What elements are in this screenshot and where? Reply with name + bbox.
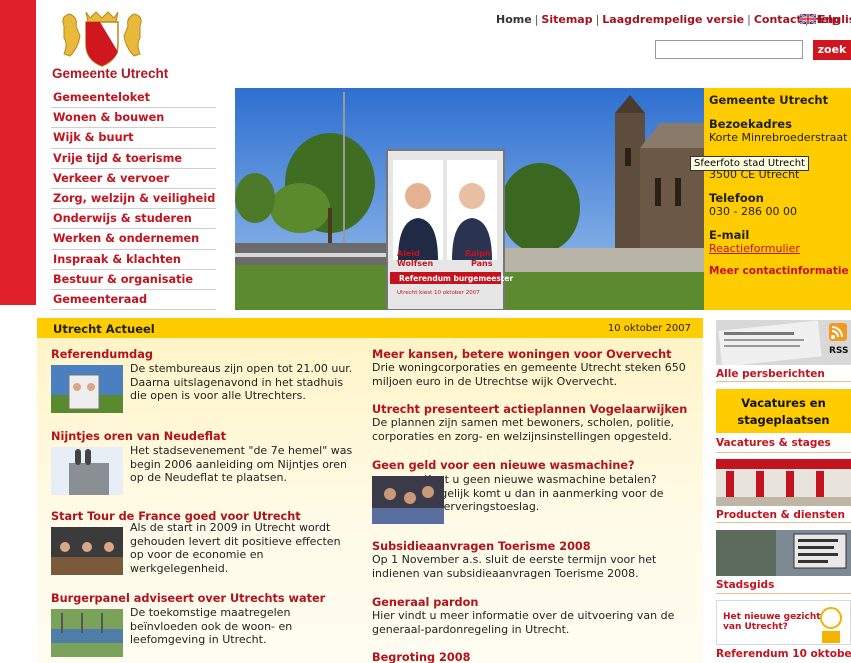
search-input[interactable] xyxy=(655,40,803,59)
english-label: English xyxy=(818,13,851,26)
city-photo: Aleid Wolfsen Ralph Pans Referendum burg… xyxy=(235,88,704,310)
svg-text:Wolfsen: Wolfsen xyxy=(397,259,433,268)
news-item: Subsidieaanvragen Toerisme 2008 Op 1 Nov… xyxy=(372,540,692,580)
news-body: De toekomstige maatregelen beïnvloeden o… xyxy=(130,606,293,646)
news-item: Nijntjes oren van Neudeflat Het stadseve… xyxy=(51,430,353,495)
top-navigation: Home | Sitemap | Laagdrempelige versie | Conta… xyxy=(496,13,840,26)
producten-block[interactable]: Producten & diensten xyxy=(716,459,851,521)
vacatures-box[interactable]: Vacatures en stageplaatsen xyxy=(716,389,851,433)
svg-text:Ralph: Ralph xyxy=(465,249,491,258)
news-title-link[interactable]: Utrecht presenteert actieplannen Vogelaa… xyxy=(372,403,692,416)
leftnav-item-wonen[interactable]: Wonen & bouwen xyxy=(51,108,216,129)
news-body: De plannen zijn samen met bewoners, scho… xyxy=(372,416,674,443)
logo-text[interactable]: Gemeente Utrecht xyxy=(52,66,168,81)
nav-sitemap-link[interactable]: Sitemap xyxy=(541,13,592,26)
leftnav-item-inspraak[interactable]: Inspraak & klachten xyxy=(51,250,216,270)
nav-contact-link[interactable]: Contact xyxy=(754,13,802,26)
bezoekadres-value: Korte Minrebroederstraat 2 xyxy=(709,131,851,144)
news-body: Het stadsevenement "de 7e hemel" was beg… xyxy=(130,444,353,484)
svg-text:Utrecht kiest 10 oktober 2007: Utrecht kiest 10 oktober 2007 xyxy=(397,290,480,296)
leftnav-item-verkeer[interactable]: Verkeer & vervoer xyxy=(51,169,216,189)
leftnav-item-bestuur[interactable]: Bestuur & organisatie xyxy=(51,270,216,290)
contact-box: Gemeente Utrecht Bezoekadres Korte Minre… xyxy=(704,88,851,310)
actueel-panel: Utrecht Actueel 10 oktober 2007 Referend… xyxy=(37,318,703,663)
referendum-link[interactable]: Referendum 10 oktober xyxy=(716,648,851,660)
rss-label: RSS xyxy=(829,346,849,356)
news-title-link[interactable]: Meer kansen, betere woningen voor Overve… xyxy=(372,348,692,361)
vacatures-stages-link[interactable]: Vacatures & stages xyxy=(716,437,851,449)
news-thumbnail[interactable] xyxy=(51,609,123,657)
telefoon-label: Telefoon xyxy=(709,191,764,205)
news-title-link[interactable]: Generaal pardon xyxy=(372,596,692,609)
actueel-header: Utrecht Actueel 10 oktober 2007 xyxy=(37,318,703,338)
meer-contactinformatie-link[interactable]: Meer contactinformatie → xyxy=(709,265,851,277)
actueel-date: 10 oktober 2007 xyxy=(607,323,691,334)
stadsgids-image xyxy=(716,530,851,576)
news-title-link[interactable]: Nijntjes oren van Neudeflat xyxy=(51,430,351,443)
brand-red-bar xyxy=(0,0,36,305)
svg-text:Pans: Pans xyxy=(471,259,493,268)
search-button[interactable]: zoek xyxy=(813,40,851,60)
news-title-link[interactable]: Subsidieaanvragen Toerisme 2008 xyxy=(372,540,692,553)
news-body: Op 1 November a.s. sluit de eerste termi… xyxy=(372,553,657,580)
leftnav-item-vrije-tijd[interactable]: Vrije tijd & toerisme xyxy=(51,149,216,169)
svg-text:Aleid: Aleid xyxy=(397,249,420,258)
news-body: Hier vindt u meer informatie over de uit… xyxy=(372,609,675,636)
uk-flag-icon xyxy=(800,14,816,24)
news-body: Drie woningcorporaties en gemeente Utrec… xyxy=(372,361,686,388)
leftnav-item-zorg[interactable]: Zorg, welzijn & veiligheid xyxy=(51,189,216,210)
stadsgids-link[interactable]: Stadsgids xyxy=(716,579,851,591)
lightbulb-icon xyxy=(820,607,842,643)
telefoon-value: 030 - 286 00 00 xyxy=(709,205,797,218)
svg-text:Referendum burgemeester: Referendum burgemeester xyxy=(399,274,513,283)
news-item: Begroting 2008 xyxy=(372,651,692,663)
bezoekadres-label: Bezoekadres xyxy=(709,117,792,131)
vacatures-link-block: Vacatures & stages xyxy=(716,437,851,449)
leftnav-item-gemeenteraad[interactable]: Gemeenteraad xyxy=(51,290,216,311)
news-title-link[interactable]: Referendumdag xyxy=(51,348,351,361)
photo-tooltip: Sfeerfoto stad Utrecht xyxy=(690,156,809,171)
stadsgids-block[interactable]: Stadsgids xyxy=(716,530,851,591)
contact-title: Gemeente Utrecht xyxy=(709,93,829,107)
actueel-title: Utrecht Actueel xyxy=(53,322,155,336)
nav-laagdrempelig-link[interactable]: Laagdrempelige versie xyxy=(602,13,744,26)
news-item: Generaal pardon Hier vindt u meer inform… xyxy=(372,596,692,636)
email-label: E-mail xyxy=(709,228,750,242)
news-thumbnail[interactable] xyxy=(51,527,123,575)
gezicht-block[interactable]: Het nieuwe gezicht van Utrecht? xyxy=(716,600,851,645)
english-link[interactable]: English xyxy=(800,13,851,26)
news-thumbnail[interactable] xyxy=(372,476,444,524)
leftnav-item-gemeenteloket[interactable]: Gemeenteloket xyxy=(51,88,216,109)
news-item: Utrecht presenteert actieplannen Vogelaa… xyxy=(372,403,692,443)
news-title-link[interactable]: Begroting 2008 xyxy=(372,651,692,663)
news-item: Referendumdag De stembureaus zijn open t… xyxy=(51,348,353,413)
news-thumbnail[interactable] xyxy=(51,365,123,413)
news-item: Burgerpanel adviseert over Utrechts wate… xyxy=(51,592,351,657)
persberichten-block[interactable]: RSS Alle persberichten xyxy=(716,320,851,380)
referendum-block: Referendum 10 oktober xyxy=(716,648,851,660)
news-body: De stembureaus zijn open tot 21.00 uur. … xyxy=(130,362,353,402)
newspaper-image: RSS xyxy=(716,320,851,367)
news-item: Geen geld voor een nieuwe wasmachine? Ku… xyxy=(372,459,692,524)
producten-image xyxy=(716,459,851,506)
vacatures-box-line1: Vacatures en xyxy=(741,396,826,410)
nav-home-link[interactable]: Home xyxy=(496,13,532,26)
news-body: Kunt u geen nieuwe wasmachine betalen? M… xyxy=(424,473,664,513)
producten-diensten-link[interactable]: Producten & diensten xyxy=(716,509,851,521)
news-item: Start Tour de France goed voor Utrecht A… xyxy=(51,510,351,575)
news-body: Als de start in 2009 in Utrecht wordt ge… xyxy=(130,521,341,575)
vacatures-box-line2: stageplaatsen xyxy=(737,413,830,427)
reactieformulier-link[interactable]: Reactieformulier xyxy=(709,242,851,255)
news-title-link[interactable]: Geen geld voor een nieuwe wasmachine? xyxy=(372,459,692,472)
left-navigation: Gemeenteloket Wonen & bouwen Wijk & buur… xyxy=(51,88,216,311)
leftnav-item-onderwijs[interactable]: Onderwijs & studeren xyxy=(51,209,216,230)
news-title-link[interactable]: Burgerpanel adviseert over Utrechts wate… xyxy=(51,592,351,605)
news-thumbnail[interactable] xyxy=(51,447,123,495)
leftnav-item-wijk[interactable]: Wijk & buurt xyxy=(51,128,216,149)
news-item: Meer kansen, betere woningen voor Overve… xyxy=(372,348,692,388)
alle-persberichten-link[interactable]: Alle persberichten xyxy=(716,368,851,380)
leftnav-item-werken[interactable]: Werken & ondernemen xyxy=(51,229,216,250)
